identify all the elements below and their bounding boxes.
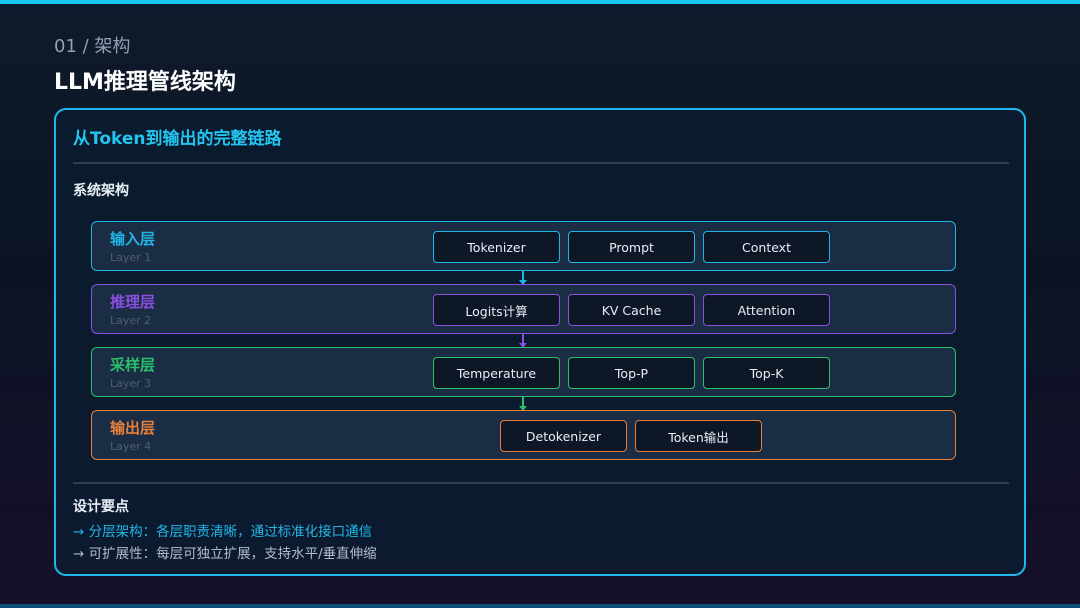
system-architecture-heading: 系统架构 bbox=[73, 183, 129, 199]
component-logits: Logits计算 bbox=[433, 294, 560, 326]
layer-number: Layer 2 bbox=[110, 314, 152, 327]
top-accent-bar bbox=[0, 0, 1080, 4]
layer-sampling: 采样层 Layer 3 Temperature Top-P Top-K bbox=[91, 347, 956, 397]
section-label: 01 / 架构 bbox=[54, 36, 131, 57]
layer-inference: 推理层 Layer 2 Logits计算 KV Cache Attention bbox=[91, 284, 956, 334]
design-notes-heading: 设计要点 bbox=[73, 499, 129, 515]
component-tokenizer: Tokenizer bbox=[433, 231, 560, 263]
title-divider bbox=[73, 162, 1009, 164]
notes-divider bbox=[73, 482, 1009, 484]
layer-number: Layer 1 bbox=[110, 251, 152, 264]
architecture-card: 从Token到输出的完整链路 系统架构 输入层 Layer 1 Tokenize… bbox=[54, 108, 1026, 576]
design-note-scalability: → 可扩展性：每层可独立扩展，支持水平/垂直伸缩 bbox=[73, 546, 377, 562]
layer-input: 输入层 Layer 1 Tokenizer Prompt Context bbox=[91, 221, 956, 271]
page-title: LLM推理管线架构 bbox=[54, 70, 236, 95]
component-kv-cache: KV Cache bbox=[568, 294, 695, 326]
layer-name: 输入层 bbox=[110, 230, 156, 248]
component-top-p: Top-P bbox=[568, 357, 695, 389]
arrow-down-icon bbox=[519, 397, 527, 411]
component-detokenizer: Detokenizer bbox=[500, 420, 627, 452]
component-token-output: Token输出 bbox=[635, 420, 762, 452]
bottom-accent-bar bbox=[0, 604, 1080, 608]
layer-number: Layer 4 bbox=[110, 440, 152, 453]
layer-name: 采样层 bbox=[110, 356, 156, 374]
layer-name: 推理层 bbox=[110, 293, 156, 311]
component-attention: Attention bbox=[703, 294, 830, 326]
component-prompt: Prompt bbox=[568, 231, 695, 263]
layer-name: 输出层 bbox=[110, 419, 156, 437]
arrow-down-icon bbox=[519, 271, 527, 285]
card-title: 从Token到输出的完整链路 bbox=[73, 129, 282, 149]
layer-number: Layer 3 bbox=[110, 377, 152, 390]
component-context: Context bbox=[703, 231, 830, 263]
component-top-k: Top-K bbox=[703, 357, 830, 389]
layer-output: 输出层 Layer 4 Detokenizer Token输出 bbox=[91, 410, 956, 460]
design-note-layered: → 分层架构：各层职责清晰，通过标准化接口通信 bbox=[73, 524, 373, 540]
component-temperature: Temperature bbox=[433, 357, 560, 389]
arrow-down-icon bbox=[519, 334, 527, 348]
